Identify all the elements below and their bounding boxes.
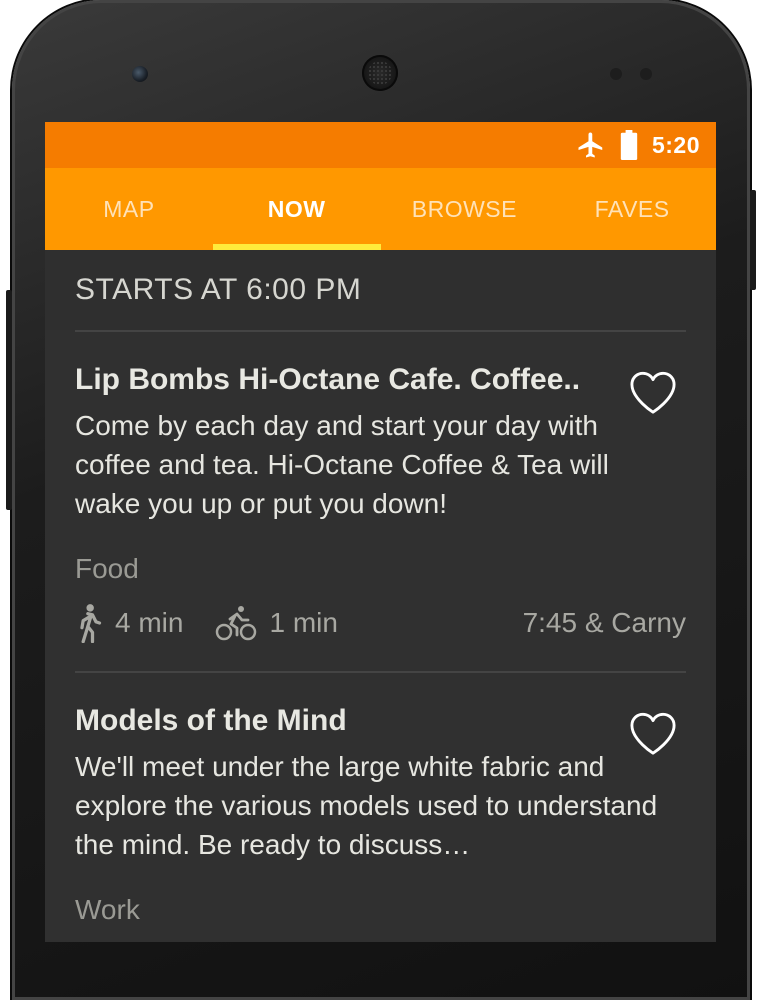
heart-icon[interactable] <box>628 711 678 757</box>
event-location: 7:45 & Carny <box>522 607 686 638</box>
event-category: Food <box>75 553 139 584</box>
light-sensor <box>640 68 652 80</box>
tab-faves[interactable]: FAVES <box>548 168 716 250</box>
event-description: Come by each day and start your day with… <box>75 410 609 519</box>
bike-time: 1 min <box>269 607 338 638</box>
proximity-sensor <box>610 68 622 80</box>
heart-icon[interactable] <box>628 370 678 416</box>
app-screen: 5:20 MAP NOW BROWSE FAVES STARTS AT 6:00… <box>45 122 716 942</box>
section-header: STARTS AT 6:00 PM <box>45 250 716 330</box>
walk-time-group: 4 min <box>75 603 183 643</box>
event-card[interactable]: Lip Bombs Hi-Octane Cafe. Coffee.. Come … <box>45 332 716 671</box>
event-description: We'll meet under the large white fabric … <box>75 751 658 860</box>
event-title: Models of the Mind <box>75 704 347 737</box>
tab-map[interactable]: MAP <box>45 168 213 250</box>
bicycle-icon <box>216 606 257 641</box>
power-button <box>6 290 12 510</box>
status-icons: 5:20 <box>576 122 700 168</box>
earpiece-speaker <box>362 55 398 91</box>
tab-bar: MAP NOW BROWSE FAVES <box>45 168 716 250</box>
event-category: Work <box>75 894 140 925</box>
front-camera <box>132 66 148 82</box>
bike-time-group: 1 min <box>215 604 338 642</box>
walking-icon <box>80 604 102 643</box>
airplane-icon <box>578 132 603 158</box>
event-title: Lip Bombs Hi-Octane Cafe. Coffee.. <box>75 363 581 396</box>
walk-time: 4 min <box>115 607 184 638</box>
volume-button <box>750 190 756 290</box>
tab-now[interactable]: NOW <box>212 168 381 250</box>
tab-browse[interactable]: BROWSE <box>381 168 549 250</box>
battery-icon <box>620 130 638 160</box>
status-time: 5:20 <box>651 131 700 158</box>
status-bar: 5:20 <box>45 122 716 168</box>
event-card[interactable]: Models of the Mind We'll meet under the … <box>45 673 716 928</box>
event-meta: 4 min 1 min 7:45 & Carny <box>75 601 686 671</box>
